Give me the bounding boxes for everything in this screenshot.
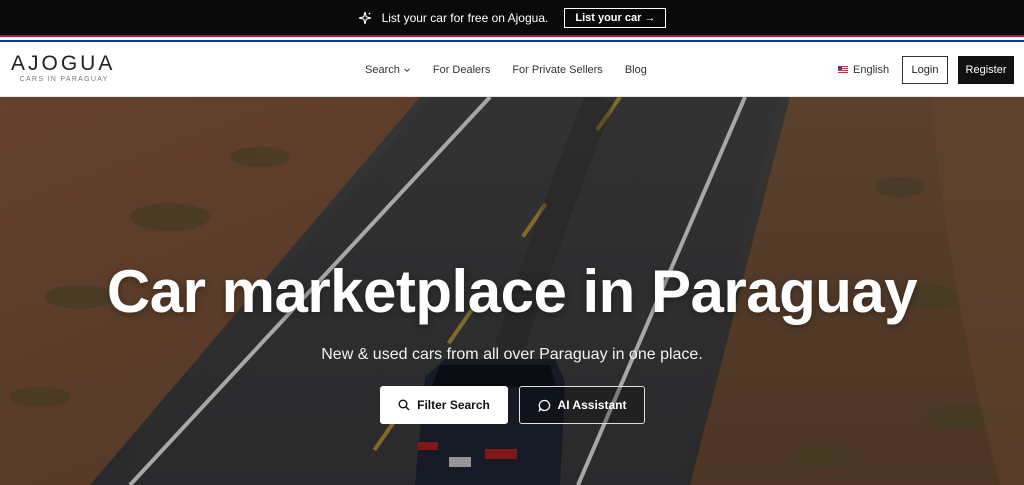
us-flag-icon	[838, 66, 848, 73]
site-header: AJOGUA CARS IN PARAGUAY Search For Deale…	[0, 42, 1024, 97]
ai-assistant-button[interactable]: AI Assistant	[519, 386, 645, 424]
flag-stripe	[0, 35, 1024, 42]
logo-tagline: CARS IN PARAGUAY	[19, 76, 109, 83]
main-nav: Search For Dealers For Private Sellers B…	[365, 42, 647, 97]
filter-search-button[interactable]: Filter Search	[380, 386, 508, 424]
login-button[interactable]: Login	[902, 56, 948, 84]
nav-item-label: Search	[365, 63, 400, 76]
chat-bubble-icon	[538, 399, 550, 412]
hero-section: Car marketplace in Paraguay New & used c…	[0, 97, 1024, 485]
language-selector[interactable]: English	[838, 42, 889, 97]
nav-item-for-dealers[interactable]: For Dealers	[433, 64, 490, 76]
logo[interactable]: AJOGUA CARS IN PARAGUAY	[11, 52, 116, 83]
list-your-car-button[interactable]: List your car →	[564, 7, 667, 28]
ai-assistant-label: AI Assistant	[557, 398, 627, 412]
hero-subtitle: New & used cars from all over Paraguay i…	[321, 346, 703, 363]
logo-wordmark: AJOGUA	[11, 52, 116, 75]
filter-search-label: Filter Search	[417, 398, 490, 412]
nav-item-for-private-sellers[interactable]: For Private Sellers	[512, 64, 602, 76]
register-button[interactable]: Register	[958, 56, 1014, 84]
sparkle-icon	[358, 11, 371, 24]
promo-bar: List your car for free on Ajogua. List y…	[0, 0, 1024, 35]
promo-text: List your car for free on Ajogua.	[381, 10, 549, 25]
hero-title: Car marketplace in Paraguay	[106, 258, 918, 325]
hero-actions: Filter Search AI Assistant	[380, 386, 645, 424]
search-icon	[398, 399, 410, 411]
nav-item-blog[interactable]: Blog	[625, 64, 647, 76]
nav-item-search[interactable]: Search	[365, 64, 411, 76]
chevron-down-icon	[404, 67, 410, 72]
language-label: English	[853, 63, 890, 76]
